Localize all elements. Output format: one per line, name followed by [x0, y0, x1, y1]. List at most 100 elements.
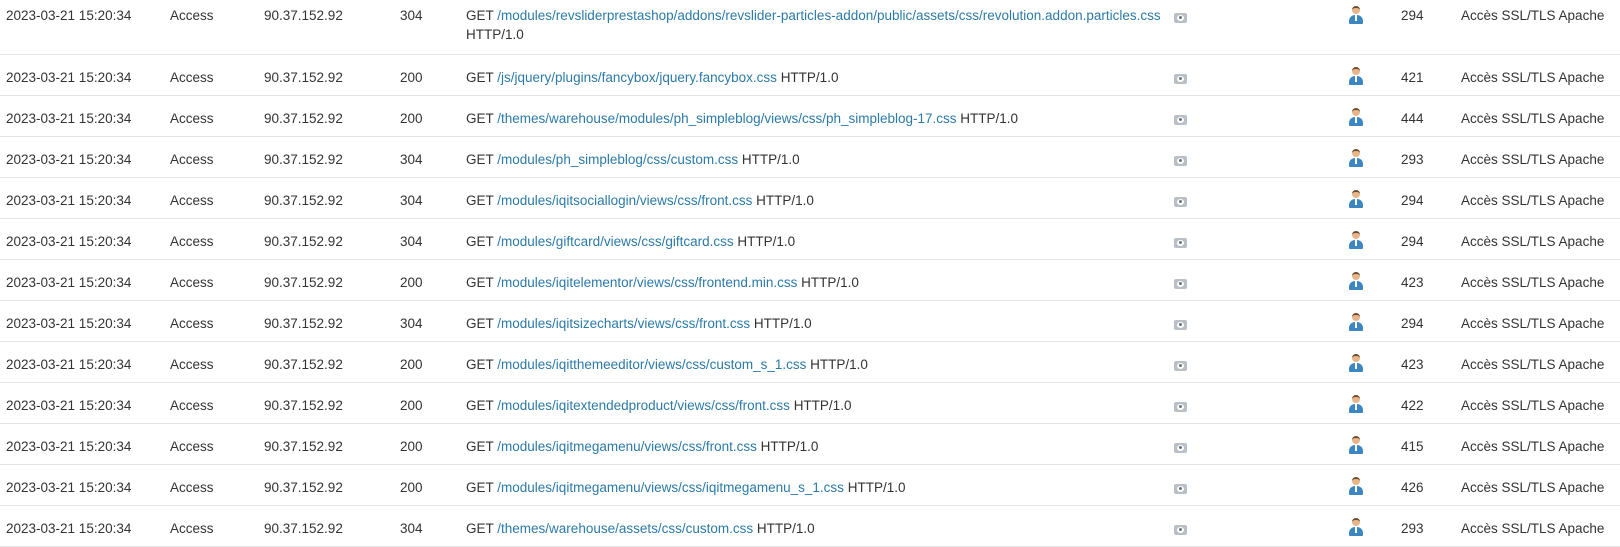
request-path-link[interactable]: /themes/warehouse/modules/ph_simpleblog/…: [497, 111, 956, 126]
request-path-link[interactable]: /modules/iqitsizecharts/views/css/front.…: [497, 316, 750, 331]
log-request: GET /modules/iqitsociallogin/views/css/f…: [466, 191, 1166, 210]
table-row: 2023-03-21 15:20:34 Access 90.37.152.92 …: [0, 137, 1620, 178]
request-method: GET: [466, 398, 494, 413]
request-path-link[interactable]: /modules/iqitsociallogin/views/css/front…: [497, 193, 752, 208]
eye-icon[interactable]: [1174, 74, 1187, 84]
table-row: 2023-03-21 15:20:34 Access 90.37.152.92 …: [0, 0, 1620, 55]
eye-icon[interactable]: [1174, 525, 1187, 535]
log-size: 294: [1401, 316, 1424, 331]
view-details-cell: [1174, 234, 1187, 253]
request-path-link[interactable]: /modules/giftcard/views/css/giftcard.css: [497, 234, 733, 249]
log-size: 294: [1401, 193, 1424, 208]
request-protocol: HTTP/1.0: [780, 70, 839, 85]
request-method: GET: [466, 70, 494, 85]
log-request: GET /modules/iqitthemeeditor/views/css/c…: [466, 355, 1166, 374]
log-status: 304: [400, 193, 423, 208]
log-size: 415: [1401, 439, 1424, 454]
log-ip: 90.37.152.92: [264, 8, 343, 23]
user-icon[interactable]: [1347, 230, 1365, 250]
log-date: 2023-03-21 15:20:34: [6, 521, 132, 536]
eye-icon[interactable]: [1174, 320, 1187, 330]
log-request: GET /modules/iqitsizecharts/views/css/fr…: [466, 314, 1166, 333]
request-protocol: HTTP/1.0: [756, 193, 814, 208]
log-size: 293: [1401, 152, 1424, 167]
user-icon[interactable]: [1347, 353, 1365, 373]
log-size: 423: [1401, 275, 1424, 290]
log-origin: Accès SSL/TLS Apache: [1461, 357, 1605, 372]
log-origin: Accès SSL/TLS Apache: [1461, 70, 1605, 85]
eye-icon[interactable]: [1174, 156, 1187, 166]
log-request: GET /modules/iqitelementor/views/css/fro…: [466, 273, 1166, 292]
eye-icon[interactable]: [1174, 238, 1187, 248]
log-date: 2023-03-21 15:20:34: [6, 398, 132, 413]
log-request: GET /js/jquery/plugins/fancybox/jquery.f…: [466, 68, 1166, 87]
request-protocol: HTTP/1.0: [737, 234, 796, 249]
view-details-cell: [1174, 111, 1187, 130]
request-path-link[interactable]: /js/jquery/plugins/fancybox/jquery.fancy…: [497, 70, 777, 85]
eye-icon[interactable]: [1174, 279, 1187, 289]
log-origin: Accès SSL/TLS Apache: [1461, 234, 1605, 249]
log-ip: 90.37.152.92: [264, 152, 343, 167]
log-status: 304: [400, 234, 423, 249]
eye-icon[interactable]: [1174, 13, 1187, 23]
log-request: GET /themes/warehouse/modules/ph_simpleb…: [466, 109, 1166, 128]
log-date: 2023-03-21 15:20:34: [6, 70, 132, 85]
log-request: GET /modules/giftcard/views/css/giftcard…: [466, 232, 1166, 251]
log-date: 2023-03-21 15:20:34: [6, 8, 132, 23]
log-ip: 90.37.152.92: [264, 193, 343, 208]
request-method: GET: [466, 357, 494, 372]
log-type: Access: [170, 398, 214, 413]
table-row: 2023-03-21 15:20:34 Access 90.37.152.92 …: [0, 465, 1620, 506]
log-type: Access: [170, 111, 214, 126]
user-icon[interactable]: [1347, 435, 1365, 455]
request-path-link[interactable]: /modules/iqitmegamenu/views/css/iqitmega…: [497, 480, 844, 495]
log-size: 422: [1401, 398, 1424, 413]
log-size: 294: [1401, 234, 1424, 249]
user-cell: [1347, 353, 1365, 378]
user-icon[interactable]: [1347, 189, 1365, 209]
request-protocol: HTTP/1.0: [753, 316, 812, 331]
request-path-link[interactable]: /modules/iqitthemeeditor/views/css/custo…: [497, 357, 806, 372]
request-protocol: HTTP/1.0: [793, 398, 852, 413]
log-date: 2023-03-21 15:20:34: [6, 152, 132, 167]
request-path-link[interactable]: /modules/iqitelementor/views/css/fronten…: [497, 275, 797, 290]
user-icon[interactable]: [1347, 5, 1365, 25]
request-path-link[interactable]: /modules/revsliderprestashop/addons/revs…: [497, 8, 1160, 23]
user-icon[interactable]: [1347, 517, 1365, 537]
eye-icon[interactable]: [1174, 484, 1187, 494]
log-type: Access: [170, 521, 214, 536]
request-protocol: HTTP/1.0: [801, 275, 859, 290]
user-cell: [1347, 517, 1365, 542]
log-request: GET /modules/revsliderprestashop/addons/…: [466, 6, 1166, 44]
log-type: Access: [170, 316, 214, 331]
eye-icon[interactable]: [1174, 361, 1187, 371]
log-origin: Accès SSL/TLS Apache: [1461, 316, 1605, 331]
request-method: GET: [466, 8, 494, 23]
request-method: GET: [466, 316, 494, 331]
request-path-link[interactable]: /modules/iqitextendedproduct/views/css/f…: [497, 398, 790, 413]
log-date: 2023-03-21 15:20:34: [6, 316, 132, 331]
user-icon[interactable]: [1347, 394, 1365, 414]
view-details-cell: [1174, 357, 1187, 376]
user-icon[interactable]: [1347, 107, 1365, 127]
view-details-cell: [1174, 70, 1187, 89]
table-row: 2023-03-21 15:20:34 Access 90.37.152.92 …: [0, 219, 1620, 260]
eye-icon[interactable]: [1174, 197, 1187, 207]
log-origin: Accès SSL/TLS Apache: [1461, 439, 1605, 454]
eye-icon[interactable]: [1174, 443, 1187, 453]
eye-icon[interactable]: [1174, 402, 1187, 412]
request-path-link[interactable]: /themes/warehouse/assets/css/custom.css: [497, 521, 753, 536]
request-path-link[interactable]: /modules/iqitmegamenu/views/css/front.cs…: [497, 439, 757, 454]
log-status: 200: [400, 111, 423, 126]
table-row: 2023-03-21 15:20:34 Access 90.37.152.92 …: [0, 178, 1620, 219]
user-icon[interactable]: [1347, 271, 1365, 291]
log-status: 304: [400, 316, 423, 331]
user-icon[interactable]: [1347, 66, 1365, 86]
user-icon[interactable]: [1347, 312, 1365, 332]
eye-icon[interactable]: [1174, 115, 1187, 125]
request-path-link[interactable]: /modules/ph_simpleblog/css/custom.css: [497, 152, 738, 167]
user-icon[interactable]: [1347, 476, 1365, 496]
user-icon[interactable]: [1347, 148, 1365, 168]
request-protocol: HTTP/1.0: [960, 111, 1019, 126]
table-row: 2023-03-21 15:20:34 Access 90.37.152.92 …: [0, 342, 1620, 383]
